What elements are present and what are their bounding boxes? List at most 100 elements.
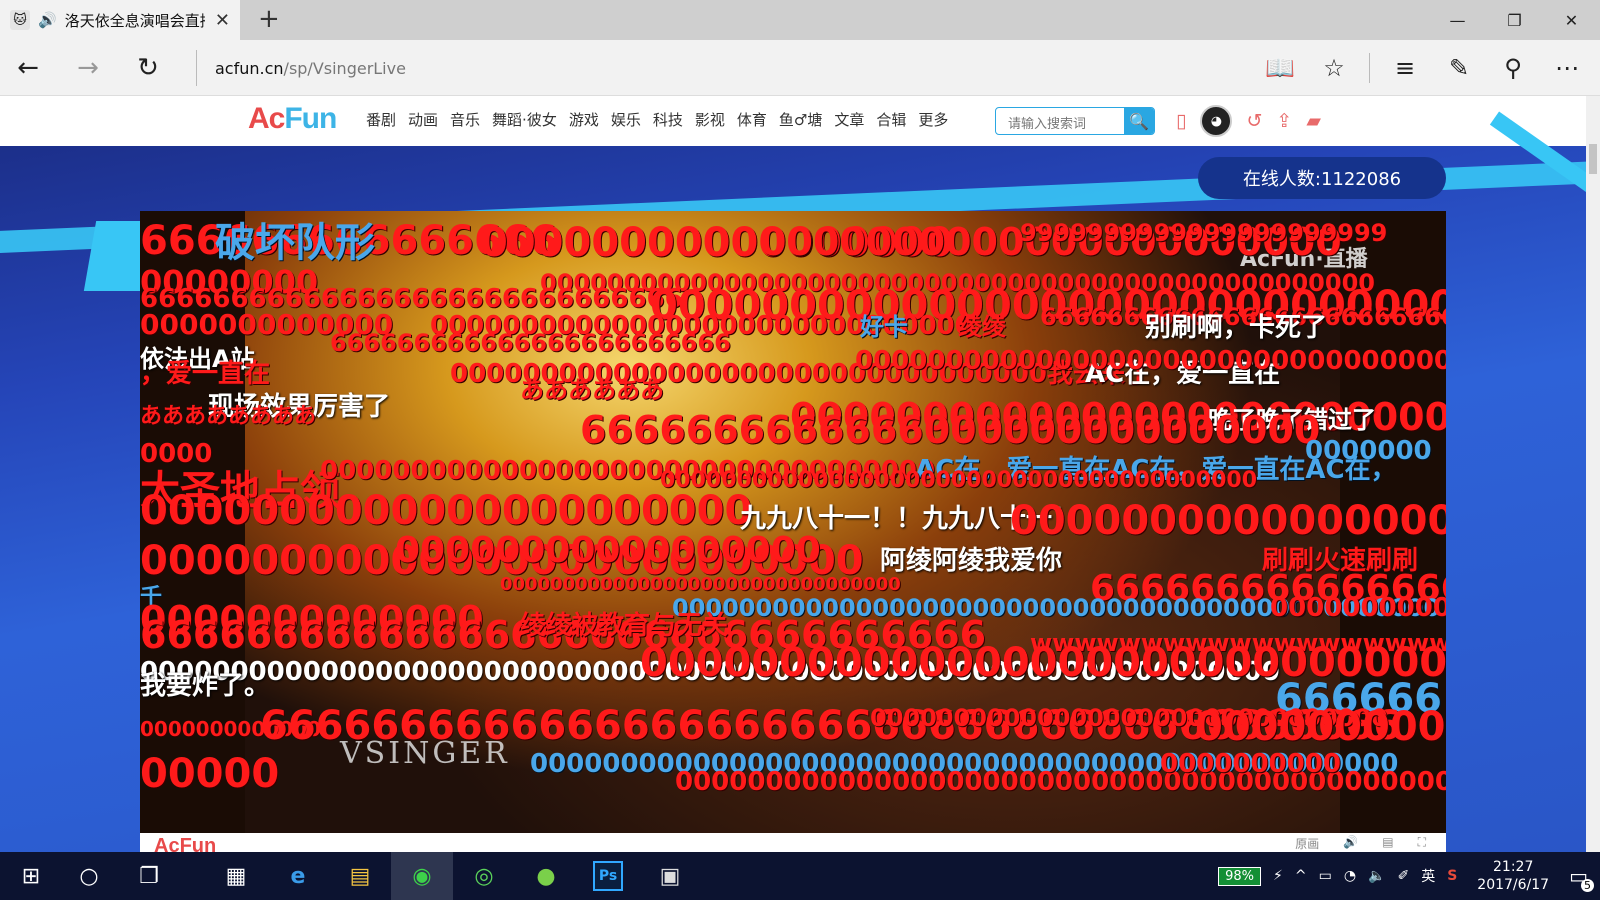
player-control-bar: AcFun 原画 🔊 ▤ ⛶ — [140, 833, 1446, 852]
favorite-star-icon[interactable]: ☆ — [1315, 48, 1353, 88]
edge-icon[interactable]: e — [267, 852, 329, 900]
site-nav-item[interactable]: 体育 — [737, 109, 767, 130]
windows-taskbar: ⊞ ○ ❐ ▦ e ▤ ◉ ◎ ● Ps ▣ 98% ⚡ ^ ▭ ◔ 🔈 ✐ 英… — [0, 852, 1600, 900]
forward-button[interactable]: → — [70, 50, 106, 86]
battery-icon[interactable]: ▭ — [1319, 868, 1332, 884]
player-control-button[interactable]: 🔊 — [1343, 835, 1358, 852]
browser-tab[interactable]: 🐱 🔊 洛天依全息演唱会直播 ✕ — [0, 0, 240, 40]
wechat-icon[interactable]: ◉ — [391, 852, 453, 900]
danmaku-comment: 000000000000000000 — [1270, 593, 1446, 623]
danmaku-comment: 9999999999999999999999 — [1020, 219, 1388, 247]
start-button[interactable]: ⊞ — [0, 852, 62, 900]
scrollbar-thumb[interactable] — [1589, 144, 1597, 174]
battery-indicator[interactable]: 98% — [1218, 866, 1261, 886]
browser-toolbar: 📖 ☆ ≡ ✎ ⚲ ⋯ — [1261, 48, 1586, 88]
danmaku-comment: 00000000000000000 — [395, 530, 821, 571]
sogou-ime-icon[interactable]: S — [1447, 868, 1457, 884]
web-page: AcFun 番剧 动画 音乐 舞蹈·彼女 游戏 娱乐 科技 影视 体育 鱼♂塘 文章 合辑 更多 请输入… — [0, 96, 1586, 852]
player-controls: 原画 🔊 ▤ ⛶ — [1295, 835, 1426, 852]
reading-view-icon[interactable]: 📖 — [1261, 48, 1299, 88]
danmaku-comment: 破坏队形 — [215, 220, 375, 266]
site-nav-item[interactable]: 娱乐 — [611, 109, 641, 130]
clock-time: 21:27 — [1493, 858, 1534, 875]
close-window-button[interactable]: ✕ — [1543, 0, 1600, 40]
task-view-icon[interactable]: ❐ — [118, 852, 180, 900]
danmaku-comment: 00000 — [140, 751, 280, 797]
speaker-icon[interactable]: 🔊 — [38, 11, 57, 29]
acfun-favicon-icon: 🐱 — [10, 10, 30, 30]
image-viewer-icon[interactable]: ▣ — [639, 852, 701, 900]
upload-icon[interactable]: ⇪ — [1276, 110, 1292, 132]
danmaku-comment: 阿绫阿绫我爱你 — [880, 546, 1063, 576]
cortana-icon[interactable]: ○ — [58, 852, 120, 900]
show-hidden-icons-icon[interactable]: ^ — [1295, 868, 1307, 884]
back-button[interactable]: ← — [10, 50, 46, 86]
share-icon[interactable]: ⚲ — [1494, 48, 1532, 88]
danmaku-comment: ああああああ — [520, 376, 664, 404]
url-field[interactable]: acfun.cn /sp/VsingerLive — [196, 50, 406, 86]
video-player[interactable]: AcFun·直播 VSINGER 666666666666666 破坏队形 0000… — [140, 211, 1446, 833]
player-control-button[interactable]: ⛶ — [1418, 835, 1426, 852]
hub-icon[interactable]: ≡ — [1386, 48, 1424, 88]
acfun-header: AcFun 番剧 动画 音乐 舞蹈·彼女 游戏 娱乐 科技 影视 体育 鱼♂塘 文章 合辑 更多 请输入… — [0, 96, 1586, 146]
site-nav-item[interactable]: 科技 — [653, 109, 683, 130]
system-clock[interactable]: 21:27 2017/6/17 — [1469, 858, 1557, 894]
site-nav-item[interactable]: 文章 — [834, 109, 864, 130]
user-avatar[interactable]: ◕ — [1200, 105, 1233, 137]
site-nav-item[interactable]: 游戏 — [569, 109, 599, 130]
page-scrollbar[interactable] — [1586, 96, 1600, 852]
site-nav-item[interactable]: 鱼♂塘 — [779, 109, 822, 130]
danmaku-comment: 000000000000000000000000000000000000000 — [660, 468, 1257, 493]
restore-button[interactable]: ❐ — [1486, 0, 1543, 40]
refresh-button[interactable]: ↻ — [130, 50, 166, 86]
close-tab-icon[interactable]: ✕ — [215, 10, 230, 31]
site-nav-item[interactable]: 动画 — [408, 109, 438, 130]
app-globe-icon[interactable]: ● — [515, 852, 577, 900]
search-input[interactable]: 请输入搜索词 — [996, 108, 1124, 134]
danmaku-comment: ，爱一直在 — [140, 359, 271, 389]
folder-icon[interactable]: ▰ — [1306, 110, 1321, 132]
bookmark-icon[interactable]: ▯ — [1176, 110, 1186, 132]
danmaku-comment: 绫绫被教育与无关 — [520, 611, 729, 641]
danmaku-comment: 6666666666666000000000000000 — [580, 408, 1321, 452]
power-plug-icon: ⚡ — [1273, 868, 1283, 884]
danmaku-comment: 好卡 — [860, 313, 908, 341]
history-icon[interactable]: ↺ — [1246, 110, 1262, 132]
file-explorer-icon[interactable]: ▤ — [329, 852, 391, 900]
store-icon[interactable]: ▦ — [205, 852, 267, 900]
wifi-icon[interactable]: ◔ — [1344, 868, 1356, 884]
site-nav: 番剧 动画 音乐 舞蹈·彼女 游戏 娱乐 科技 影视 体育 鱼♂塘 文章 合辑 更多 — [366, 109, 948, 130]
tab-title: 洛天依全息演唱会直播 — [64, 11, 205, 30]
web-note-icon[interactable]: ✎ — [1440, 48, 1478, 88]
danmaku-comment: 666666666666666666666666 — [330, 329, 731, 357]
acfun-logo[interactable]: AcFun — [248, 102, 337, 136]
danmaku-comment: 00000000000000000000000000000000 — [500, 574, 901, 595]
player-control-button[interactable]: 原画 — [1295, 835, 1319, 852]
player-logo: AcFun — [154, 835, 217, 852]
address-bar-row: ← → ↻ acfun.cn /sp/VsingerLive 📖 ☆ ≡ ✎ ⚲… — [0, 40, 1600, 96]
site-nav-item[interactable]: 番剧 — [366, 109, 396, 130]
site-nav-item[interactable]: 合辑 — [876, 109, 906, 130]
photoshop-icon[interactable]: Ps — [577, 852, 639, 900]
danmaku-comment: 000000000000000000000000000000000000000 — [855, 346, 1446, 376]
minimize-button[interactable]: — — [1429, 0, 1486, 40]
volume-icon[interactable]: 🔈 — [1368, 868, 1385, 884]
search-button[interactable]: 🔍 — [1124, 108, 1154, 134]
site-nav-item[interactable]: 更多 — [918, 109, 948, 130]
site-nav-item[interactable]: 舞蹈·彼女 — [492, 109, 557, 130]
site-nav-item[interactable]: 音乐 — [450, 109, 480, 130]
ime-indicator[interactable]: 英 — [1421, 866, 1435, 886]
search-box: 请输入搜索词 🔍 — [995, 107, 1155, 135]
live-stage: 在线人数:1122086 AcFun·直播 VSINGER 6666666666… — [0, 111, 1586, 852]
new-tab-button[interactable]: + — [258, 4, 280, 34]
site-nav-item[interactable]: 影视 — [695, 109, 725, 130]
player-control-button[interactable]: ▤ — [1382, 835, 1393, 852]
pen-icon[interactable]: ✐ — [1397, 868, 1409, 884]
url-domain: acfun.cn — [215, 58, 284, 78]
more-icon[interactable]: ⋯ — [1548, 48, 1586, 88]
action-center-icon[interactable]: ▭ 5 — [1569, 864, 1594, 892]
danmaku-comment: 绫绫 — [958, 313, 1006, 341]
browser-360-icon[interactable]: ◎ — [453, 852, 515, 900]
online-count-badge: 在线人数:1122086 — [1198, 157, 1446, 199]
header-icons: ▯ ◕ ↺ ⇪ ▰ — [1176, 105, 1321, 137]
